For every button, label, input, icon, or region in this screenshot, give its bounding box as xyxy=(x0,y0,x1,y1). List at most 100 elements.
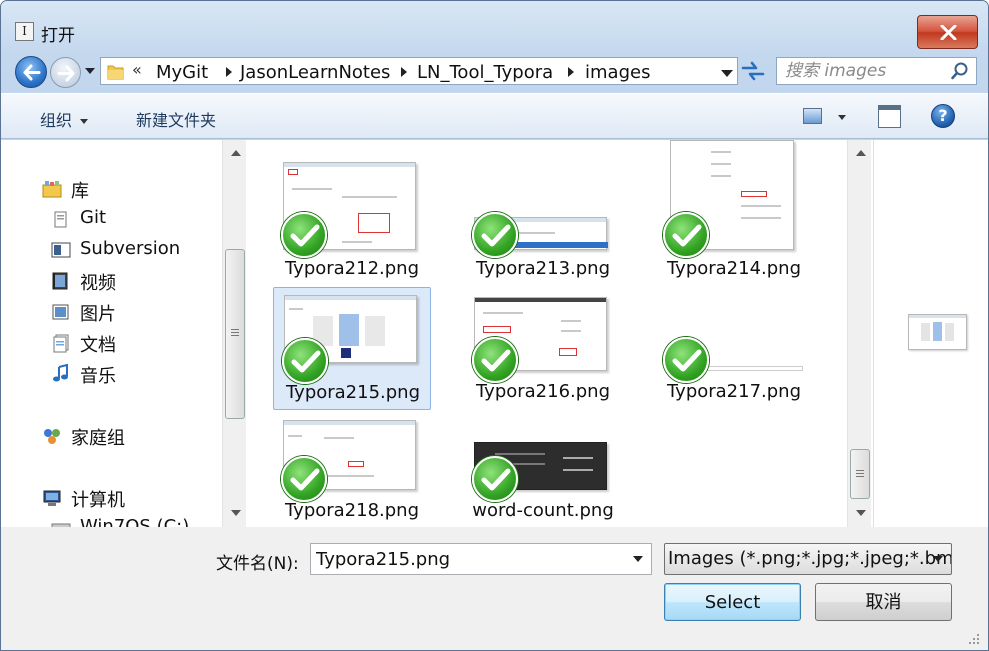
forward-button[interactable] xyxy=(50,57,81,88)
breadcrumb-overflow[interactable]: « xyxy=(132,60,142,79)
breadcrumb-segment-jasonlearnnotes[interactable]: JasonLearnNotes xyxy=(240,62,390,83)
sync-status-check-icon xyxy=(472,456,518,502)
thumbnail-detail xyxy=(495,453,545,455)
scroll-down-arrow-icon[interactable] xyxy=(231,510,241,516)
filename-input[interactable] xyxy=(314,547,614,571)
preview-detail xyxy=(933,322,942,341)
sidebar-item-label: Subversion xyxy=(80,238,181,259)
recent-locations-dropdown[interactable] xyxy=(85,68,95,74)
scroll-up-arrow-icon[interactable] xyxy=(856,150,866,156)
file-list-scrollbar[interactable] xyxy=(847,140,871,527)
thumbnail-detail xyxy=(365,316,385,346)
thumbnail-detail xyxy=(563,469,593,471)
file-item-typora214[interactable]: Typora214.png xyxy=(655,140,813,279)
grip-line xyxy=(856,473,864,474)
thumbnail-detail xyxy=(483,312,523,314)
thumbnail-detail xyxy=(358,213,390,233)
file-item-typora218[interactable]: Typora218.png xyxy=(273,412,431,527)
sidebar-item-label: 图片 xyxy=(80,304,116,325)
thumbnail-detail xyxy=(288,435,302,437)
scroll-up-arrow-icon[interactable] xyxy=(231,150,241,156)
pictures-icon xyxy=(52,304,69,320)
file-item-typora217[interactable]: Typora217.png xyxy=(655,287,813,410)
search-icon[interactable] xyxy=(951,62,969,80)
close-button[interactable] xyxy=(917,15,978,49)
preview-image xyxy=(908,314,967,350)
cancel-button[interactable]: 取消 xyxy=(815,583,952,621)
sync-status-check-icon xyxy=(663,212,709,258)
sync-status-check-icon xyxy=(282,338,328,384)
thumbnail-detail xyxy=(711,151,731,153)
address-history-dropdown[interactable] xyxy=(721,70,733,77)
grip-line xyxy=(856,476,864,477)
videos-icon xyxy=(52,272,68,290)
navigation-pane: 库 Git Subversion 视频 图片 文档 音乐 家庭组 计算机 Win… xyxy=(1,140,222,527)
preview-detail xyxy=(945,323,954,341)
file-name: Typora214.png xyxy=(666,258,802,279)
help-icon[interactable]: ? xyxy=(931,104,955,128)
search-box[interactable] xyxy=(776,57,977,85)
refresh-icon[interactable] xyxy=(740,59,766,83)
thumbnail-titlebar xyxy=(475,298,606,302)
grip-line xyxy=(231,335,239,336)
file-name: Typora217.png xyxy=(666,381,802,402)
homegroup-icon xyxy=(44,429,60,444)
thumbnail-detail xyxy=(288,169,298,175)
breadcrumb-segment-ln-tool-typora[interactable]: LN_Tool_Typora xyxy=(417,62,553,83)
file-item-typora216[interactable]: Typora216.png xyxy=(464,287,622,410)
navigation-bar: « MyGit JasonLearnNotes LN_Tool_Typora i… xyxy=(1,55,988,89)
scrollbar-thumb[interactable] xyxy=(225,249,245,419)
breadcrumb-separator-icon[interactable] xyxy=(226,67,232,77)
thumbnail-detail xyxy=(563,457,593,459)
git-library-icon xyxy=(54,211,67,228)
close-icon xyxy=(940,25,957,40)
file-name: word-count.png xyxy=(472,500,614,521)
breadcrumb-separator-icon[interactable] xyxy=(401,67,407,77)
address-bar[interactable]: « MyGit JasonLearnNotes LN_Tool_Typora i… xyxy=(100,57,738,85)
file-name: Typora215.png xyxy=(285,382,421,403)
scrollbar-thumb[interactable] xyxy=(850,449,870,499)
library-icon xyxy=(42,181,62,198)
thumbnail-detail xyxy=(483,326,511,333)
subversion-library-icon xyxy=(51,242,71,258)
thumbnail-titlebar xyxy=(284,163,415,167)
back-button[interactable] xyxy=(15,56,47,88)
thumbnail-detail xyxy=(289,308,303,310)
thumbnail-detail xyxy=(741,205,781,207)
select-button[interactable]: Select xyxy=(664,583,801,621)
thumbnail-detail xyxy=(324,475,374,477)
sync-status-check-icon xyxy=(281,456,327,502)
file-item-typora215[interactable]: Typora215.png xyxy=(273,287,431,410)
navigation-pane-scrollbar[interactable] xyxy=(222,140,246,527)
filename-combobox[interactable] xyxy=(310,543,652,575)
filename-label: 文件名(N): xyxy=(216,554,299,574)
file-item-typora212[interactable]: Typora212.png xyxy=(273,148,431,279)
file-type-select[interactable]: Images (*.png;*.jpg;*.jpeg;*.bmp;*.gif) xyxy=(664,543,952,575)
resize-grip-icon[interactable] xyxy=(965,630,981,646)
sidebar-item-label: 计算机 xyxy=(71,490,125,511)
file-name: Typora213.png xyxy=(475,258,611,279)
breadcrumb-segment-mygit[interactable]: MyGit xyxy=(156,62,208,83)
music-icon xyxy=(53,364,68,382)
breadcrumb-segment-images[interactable]: images xyxy=(585,62,650,83)
preview-pane xyxy=(873,140,988,527)
thumbnail-detail xyxy=(292,188,332,190)
grip-line xyxy=(856,470,864,471)
preview-detail xyxy=(921,323,930,341)
view-options-dropdown[interactable] xyxy=(838,115,846,120)
thumbnail-titlebar xyxy=(285,296,416,300)
search-input[interactable] xyxy=(783,60,948,82)
organize-menu[interactable]: 组织 xyxy=(40,107,89,131)
filename-history-dropdown[interactable] xyxy=(633,556,643,562)
preview-pane-icon[interactable] xyxy=(878,105,901,128)
file-item-typora213[interactable]: Typora213.png xyxy=(464,148,622,279)
file-item-word-count[interactable]: word-count.png xyxy=(464,412,622,527)
command-toolbar: 组织 新建文件夹 ? xyxy=(1,93,988,139)
thumbnail-detail xyxy=(342,196,397,198)
new-folder-button[interactable]: 新建文件夹 xyxy=(136,107,216,131)
title-bar[interactable]: I 打开 xyxy=(1,1,988,55)
scroll-down-arrow-icon[interactable] xyxy=(856,510,866,516)
content-area: 库 Git Subversion 视频 图片 文档 音乐 家庭组 计算机 Win… xyxy=(1,140,988,527)
change-view-icon[interactable] xyxy=(803,108,822,124)
breadcrumb-separator-icon[interactable] xyxy=(568,67,574,77)
